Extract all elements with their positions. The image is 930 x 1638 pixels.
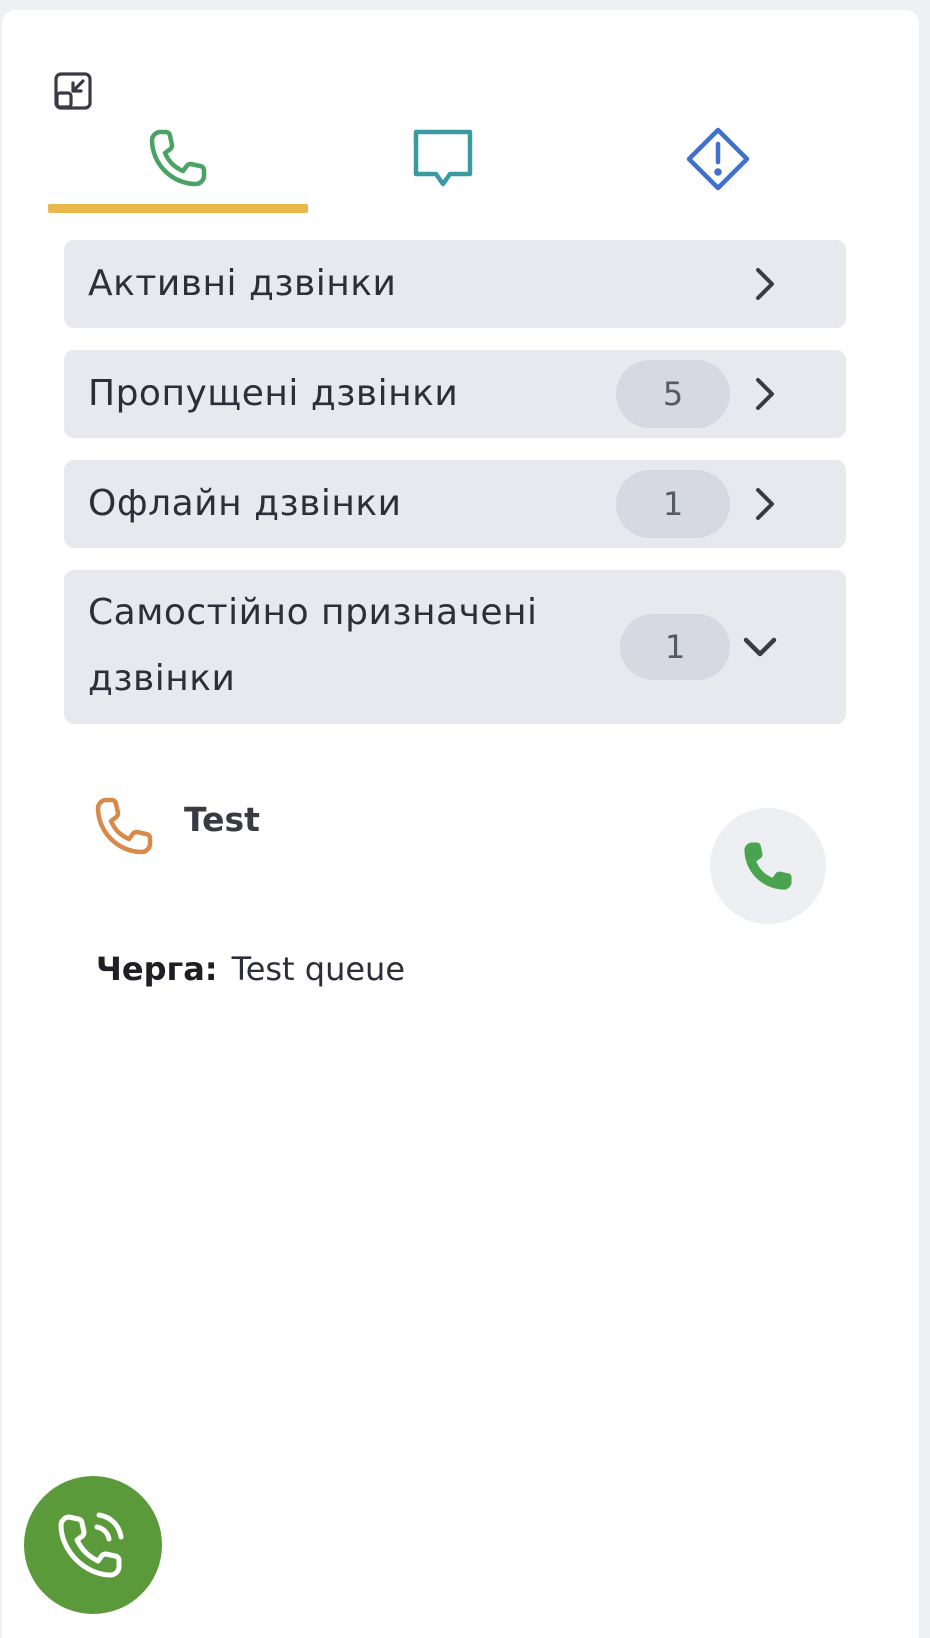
chevron-down-icon: [743, 637, 777, 657]
row-missed-calls[interactable]: Пропущені дзвінки 5: [64, 350, 846, 438]
row-offline-calls[interactable]: Офлайн дзвінки 1: [64, 460, 846, 548]
self-assigned-count-badge: 1: [620, 614, 730, 680]
dialer-fab-button[interactable]: [24, 1476, 162, 1614]
row-active-calls[interactable]: Активні дзвінки: [64, 240, 846, 328]
row-self-assigned-calls[interactable]: Самостійно призначені дзвінки 1: [64, 570, 846, 724]
collapse-icon: [54, 72, 92, 110]
missed-calls-count-badge: 5: [616, 360, 730, 428]
row-self-assigned-label-line1: Самостійно призначені: [88, 592, 538, 633]
assigned-call-item[interactable]: Test: [64, 797, 846, 950]
chevron-right-icon: [756, 378, 774, 410]
caller-name: Test: [184, 800, 260, 839]
incoming-phone-icon: [95, 797, 153, 855]
row-self-assigned-label-line2: дзвінки: [88, 658, 236, 699]
calls-panel: Активні дзвінки Пропущені дзвінки 5 Офла…: [2, 10, 919, 1638]
phone-solid-icon: [744, 842, 792, 890]
collapse-button[interactable]: [50, 68, 96, 114]
tab-calls[interactable]: [48, 118, 308, 218]
queue-value: Test queue: [231, 950, 406, 988]
chevron-right-icon: [756, 488, 774, 520]
tab-chats[interactable]: [313, 118, 573, 218]
row-offline-calls-label: Офлайн дзвінки: [88, 483, 402, 524]
row-active-calls-label: Активні дзвінки: [88, 263, 397, 304]
chevron-right-icon: [756, 268, 774, 300]
tab-alerts[interactable]: [588, 118, 848, 218]
queue-info: Черга: Test queue: [96, 950, 405, 988]
row-missed-calls-label: Пропущені дзвінки: [88, 373, 459, 414]
phone-ringing-icon: [58, 1512, 124, 1578]
active-tab-indicator: [48, 204, 308, 213]
offline-calls-count-badge: 1: [616, 470, 730, 538]
answer-call-button[interactable]: [710, 808, 826, 924]
phone-icon: [149, 129, 207, 187]
queue-label: Черга:: [96, 950, 218, 988]
warning-diamond-icon: [686, 127, 750, 191]
tab-bar: [48, 118, 888, 218]
chat-bubble-icon: [413, 129, 473, 187]
